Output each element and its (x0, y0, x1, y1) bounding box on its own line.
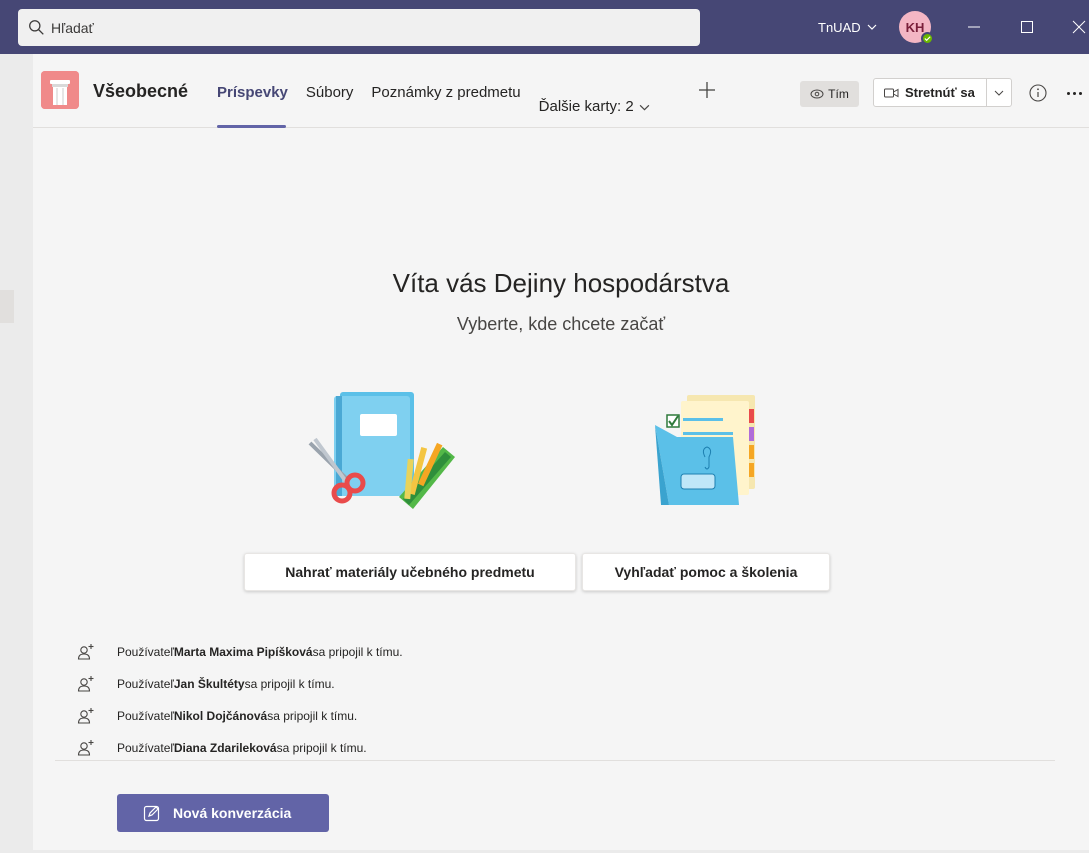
upload-materials-button[interactable]: Nahrať materiály učebného predmetu (244, 553, 576, 591)
activity-user[interactable]: Jan Škultéty (174, 677, 245, 691)
channel-name: Všeobecné (93, 81, 189, 101)
find-help-button[interactable]: Vyhľadať pomoc a školenia (582, 553, 830, 591)
more-icon[interactable] (1062, 83, 1086, 103)
eye-icon (810, 89, 824, 99)
new-conversation-label: Nová konverzácia (173, 805, 292, 821)
activity-suffix: sa pripojil k tímu. (276, 741, 367, 755)
user-joined-icon (77, 708, 94, 724)
welcome-title: Víta vás Dejiny hospodárstva (392, 268, 730, 298)
chevron-down-icon (867, 24, 877, 30)
org-switcher[interactable]: TnUAD (818, 17, 877, 37)
list-item: Používateľ Marta Maxima Pipíšková sa pri… (76, 636, 776, 668)
tab-class-notebook[interactable]: Poznámky z predmetu (371, 74, 528, 128)
plus-icon[interactable] (696, 79, 718, 101)
team-icon (41, 71, 79, 109)
tab-files[interactable]: Súbory (306, 74, 362, 128)
user-joined-icon (77, 676, 94, 692)
notebook-illustration (308, 392, 455, 509)
conversation-area: Víta vás Dejiny hospodárstva Vyberte, kd… (33, 129, 1089, 853)
search-input[interactable] (51, 19, 651, 36)
org-name: TnUAD (818, 19, 861, 35)
activity-user[interactable]: Nikol Dojčánová (174, 709, 267, 723)
minimize-icon[interactable] (961, 14, 987, 40)
meet-button-label: Stretnúť sa (905, 85, 975, 100)
welcome-subtitle: Vyberte, kde chcete začať (456, 314, 666, 334)
channel-header: Všeobecné Príspevky Súbory Poznámky z pr… (33, 54, 1089, 128)
activity-suffix: sa pripojil k tímu. (244, 677, 335, 691)
video-call-icon (884, 88, 899, 97)
list-item: Používateľ Nikol Dojčánová sa pripojil k… (76, 700, 776, 732)
tab-bar: Príspevky Súbory Poznámky z predmetu Ďal… (217, 74, 668, 128)
avatar[interactable]: KH (899, 11, 934, 45)
activity-prefix: Používateľ (117, 709, 174, 723)
chevron-down-icon (639, 104, 650, 111)
avatar-initials: KH (905, 19, 925, 35)
tab-more-label: Ďalšie karty: 2 (538, 97, 634, 115)
activity-user[interactable]: Diana Zdarileková (174, 741, 277, 755)
close-icon[interactable] (1066, 14, 1089, 40)
list-item: Používateľ Jan Škultéty sa pripojil k tí… (76, 668, 776, 700)
activity-suffix: sa pripojil k tímu. (312, 645, 403, 659)
user-joined-icon (77, 644, 94, 660)
meet-button[interactable]: Stretnúť sa (873, 78, 1012, 107)
activity-user[interactable]: Marta Maxima Pipíšková (174, 645, 313, 659)
search-icon (29, 20, 44, 35)
meet-options-dropdown[interactable] (987, 79, 1011, 106)
team-button[interactable]: Tím (800, 81, 859, 107)
divider (55, 760, 1055, 761)
folder-illustration (655, 395, 755, 505)
activity-prefix: Používateľ (117, 645, 174, 659)
chevron-down-icon (994, 90, 1004, 96)
tab-posts[interactable]: Príspevky (217, 74, 296, 128)
user-joined-icon (77, 740, 94, 756)
presence-available-icon (921, 32, 934, 45)
rail-handle[interactable] (0, 290, 14, 323)
info-icon[interactable] (1028, 83, 1048, 103)
title-bar: TnUAD KH (0, 0, 1089, 54)
meet-now-button[interactable]: Stretnúť sa (874, 79, 988, 106)
activity-prefix: Používateľ (117, 741, 174, 755)
activity-prefix: Používateľ (117, 677, 174, 691)
activity-suffix: sa pripojil k tímu. (267, 709, 358, 723)
left-rail (0, 54, 33, 853)
activity-list: Používateľ Marta Maxima Pipíšková sa pri… (76, 636, 776, 764)
compose-icon (143, 805, 160, 822)
tab-more[interactable]: Ďalšie karty: 2 (539, 74, 658, 128)
team-button-label: Tím (828, 87, 849, 101)
new-conversation-button[interactable]: Nová konverzácia (117, 794, 329, 832)
maximize-icon[interactable] (1014, 14, 1040, 40)
search-box[interactable] (18, 9, 700, 46)
